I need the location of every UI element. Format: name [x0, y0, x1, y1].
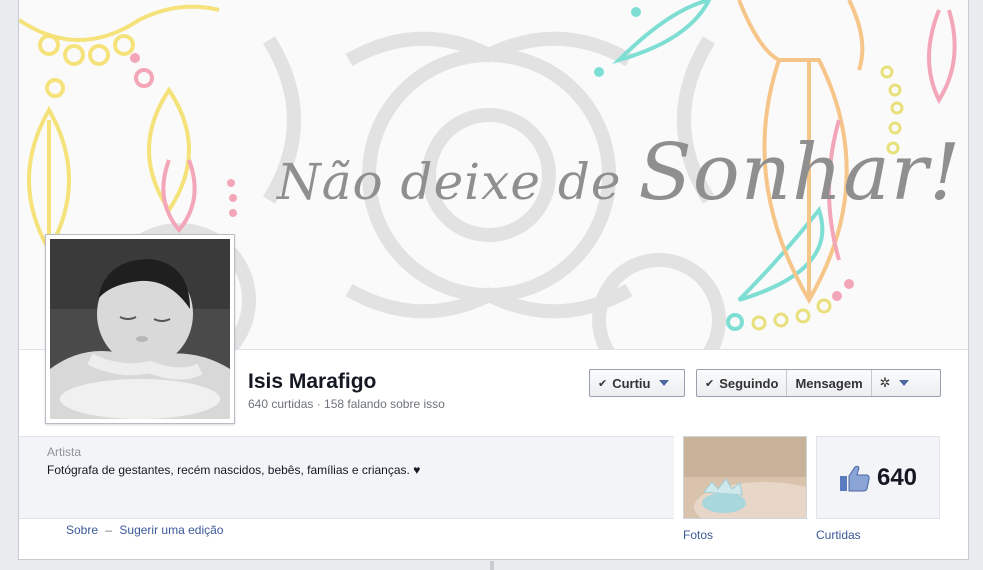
gear-icon: ✲ [879, 375, 891, 390]
chevron-down-icon [898, 380, 909, 386]
profile-photo-image [50, 239, 230, 419]
page-description: Fotógrafa de gestantes, recém nascidos, … [47, 463, 421, 477]
about-box: Artista Fotógrafa de gestantes, recém na… [19, 436, 674, 519]
cover-tagline-big: Sonhar! [638, 128, 962, 218]
facebook-page: Não deixe de Sonhar! Isis Marafigo 640 c… [0, 0, 983, 570]
cover-tagline: Não deixe de Sonhar! [277, 128, 961, 218]
page-header-card: Não deixe de Sonhar! Isis Marafigo 640 c… [18, 0, 969, 560]
suggest-edit-link[interactable]: Sugerir uma edição [119, 523, 223, 537]
timeline-divider [490, 561, 494, 570]
following-label: Seguindo [719, 375, 779, 391]
check-icon: ✔ [705, 377, 715, 390]
check-icon: ✔ [598, 377, 608, 390]
page-category: Artista [47, 445, 82, 459]
about-link[interactable]: Sobre [66, 523, 98, 537]
following-button[interactable]: ✔ Seguindo [697, 370, 788, 396]
likes-tile[interactable]: 640 [816, 436, 940, 519]
likes-count: 640 [876, 463, 918, 491]
liked-button[interactable]: ✔ Curtiu [589, 369, 685, 397]
profile-picture[interactable] [45, 234, 235, 424]
page-actions-group: ✔ Seguindo Mensagem ✲ [696, 369, 941, 397]
photos-tile[interactable] [683, 436, 807, 519]
page-stats: 640 curtidas · 158 falando sobre isso [248, 397, 445, 411]
chevron-down-icon [658, 380, 669, 386]
about-links: Sobre – Sugerir uma edição [66, 523, 223, 537]
message-button[interactable]: Mensagem [787, 370, 872, 396]
photos-label[interactable]: Fotos [683, 528, 713, 542]
page-name[interactable]: Isis Marafigo [248, 370, 376, 394]
likes-label[interactable]: Curtidas [816, 528, 861, 542]
liked-label: Curtiu [612, 375, 651, 391]
thumbs-up-icon [839, 465, 870, 491]
settings-menu-button[interactable]: ✲ [872, 370, 917, 396]
link-separator: – [105, 523, 113, 537]
message-label: Mensagem [795, 375, 863, 391]
photos-thumbnail [684, 437, 806, 518]
cover-tagline-small: Não deixe de [277, 153, 622, 211]
